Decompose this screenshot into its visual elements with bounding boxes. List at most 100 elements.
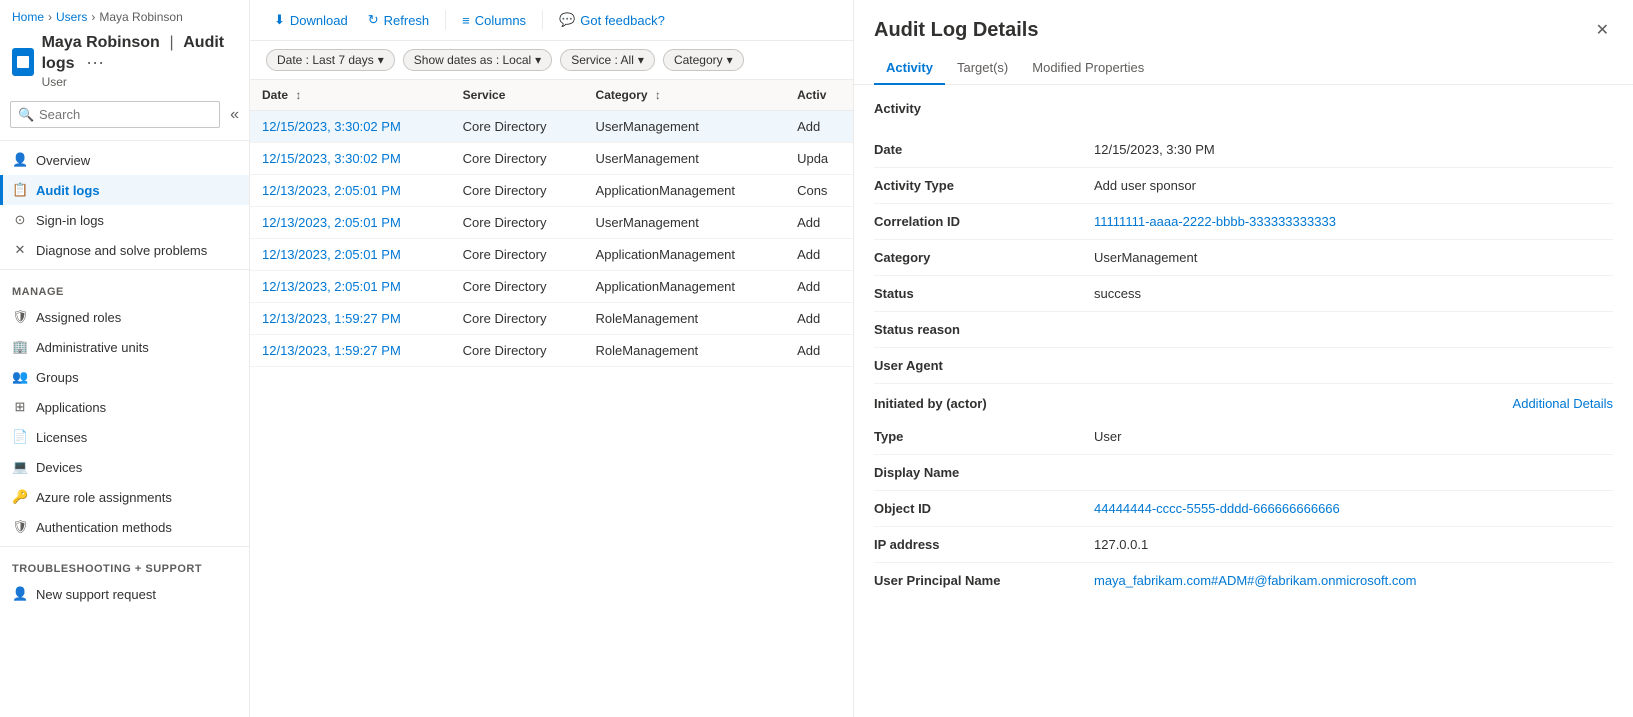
sidebar-item-devices[interactable]: 💻 Devices: [0, 452, 249, 482]
detail-row-display-name: Display Name: [874, 455, 1613, 491]
sidebar-item-applications[interactable]: ⊞ Applications: [0, 392, 249, 422]
cell-activity: Add: [785, 239, 853, 271]
panel-body: Activity Date 12/15/2023, 3:30 PM Activi…: [854, 85, 1633, 614]
breadcrumb-users[interactable]: Users: [56, 10, 87, 24]
cell-date: 12/13/2023, 1:59:27 PM: [250, 335, 451, 367]
cell-date: 12/13/2023, 2:05:01 PM: [250, 239, 451, 271]
manage-section-label: Manage: [0, 274, 249, 302]
cell-activity: Add: [785, 303, 853, 335]
sidebar-item-assigned-roles-label: Assigned roles: [36, 310, 121, 325]
value-date: 12/15/2023, 3:30 PM: [1094, 142, 1613, 157]
detail-row-date: Date 12/15/2023, 3:30 PM: [874, 132, 1613, 168]
tab-targets[interactable]: Target(s): [945, 52, 1020, 85]
sidebar-item-sign-in-logs[interactable]: ⊙ Sign-in logs: [0, 205, 249, 235]
table-row[interactable]: 12/13/2023, 2:05:01 PM Core Directory Ap…: [250, 175, 853, 207]
pipe-separator: |: [169, 34, 173, 51]
table-row[interactable]: 12/15/2023, 3:30:02 PM Core Directory Us…: [250, 111, 853, 143]
sidebar-item-devices-label: Devices: [36, 460, 82, 475]
search-row: 🔍 «: [0, 93, 249, 136]
breadcrumb-home[interactable]: Home: [12, 10, 44, 24]
tab-modified-properties[interactable]: Modified Properties: [1020, 52, 1156, 85]
cell-service: Core Directory: [451, 239, 584, 271]
toolbar-separator: [445, 10, 446, 30]
date-filter-pill[interactable]: Date : Last 7 days ▾: [266, 49, 395, 71]
service-filter-pill[interactable]: Service : All ▾: [560, 49, 655, 71]
date-sort-icon: ↕: [295, 88, 301, 102]
panel-title: Audit Log Details: [874, 19, 1038, 42]
show-dates-pill[interactable]: Show dates as : Local ▾: [403, 49, 552, 71]
toolbar: ⬇ Download ↻ Refresh ≡ Columns 💬 Got fee…: [250, 0, 853, 41]
cell-service: Core Directory: [451, 335, 584, 367]
sidebar-item-audit-logs[interactable]: 📋 Audit logs: [0, 175, 249, 205]
col-header-activity: Activ: [785, 80, 853, 111]
sidebar-item-groups-label: Groups: [36, 370, 79, 385]
category-filter-label: Category: [674, 53, 723, 67]
table-row[interactable]: 12/13/2023, 1:59:27 PM Core Directory Ro…: [250, 303, 853, 335]
actor-section-title: Initiated by (actor): [874, 396, 987, 411]
sidebar-item-overview-label: Overview: [36, 153, 90, 168]
additional-details-link[interactable]: Additional Details: [1513, 396, 1613, 411]
filter-bar: Date : Last 7 days ▾ Show dates as : Loc…: [250, 41, 853, 80]
table-row[interactable]: 12/13/2023, 1:59:27 PM Core Directory Ro…: [250, 335, 853, 367]
table-header-row: Date ↕ Service Category ↕ Activ: [250, 80, 853, 111]
value-upn[interactable]: maya_fabrikam.com#ADM#@fabrikam.onmicros…: [1094, 573, 1613, 588]
refresh-label: Refresh: [384, 13, 430, 28]
value-type: User: [1094, 429, 1613, 444]
devices-icon: 💻: [12, 459, 28, 475]
columns-button[interactable]: ≡ Columns: [454, 9, 534, 32]
close-panel-button[interactable]: ✕: [1592, 16, 1613, 44]
cell-service: Core Directory: [451, 303, 584, 335]
collapse-sidebar-button[interactable]: «: [230, 106, 239, 124]
label-date: Date: [874, 142, 1094, 157]
value-object-id: 44444444-cccc-5555-dddd-666666666666: [1094, 501, 1613, 516]
sidebar-item-azure-role[interactable]: 🔑 Azure role assignments: [0, 482, 249, 512]
category-filter-pill[interactable]: Category ▾: [663, 49, 744, 71]
search-icon: 🔍: [18, 107, 34, 123]
detail-row-category: Category UserManagement: [874, 240, 1613, 276]
detail-row-status: Status success: [874, 276, 1613, 312]
service-filter-label: Service : All: [571, 53, 634, 67]
refresh-icon: ↻: [368, 12, 379, 28]
more-options-button[interactable]: ···: [82, 52, 108, 73]
date-filter-label: Date : Last 7 days: [277, 53, 374, 67]
sidebar-item-groups[interactable]: 👥 Groups: [0, 362, 249, 392]
sidebar-item-overview[interactable]: 👤 Overview: [0, 145, 249, 175]
audit-logs-icon: 📋: [12, 182, 28, 198]
sidebar-item-diagnose[interactable]: ✕ Diagnose and solve problems: [0, 235, 249, 265]
sidebar-item-assigned-roles[interactable]: 🛡 Assigned roles: [0, 302, 249, 332]
cell-category: ApplicationManagement: [584, 239, 786, 271]
tab-activity[interactable]: Activity: [874, 52, 945, 85]
sidebar-item-admin-units[interactable]: 🏢 Administrative units: [0, 332, 249, 362]
refresh-button[interactable]: ↻ Refresh: [360, 8, 437, 32]
azure-role-icon: 🔑: [12, 489, 28, 505]
breadcrumb: Home › Users › Maya Robinson: [0, 0, 249, 28]
table-row[interactable]: 12/15/2023, 3:30:02 PM Core Directory Us…: [250, 143, 853, 175]
admin-units-icon: 🏢: [12, 339, 28, 355]
detail-row-object-id: Object ID 44444444-cccc-5555-dddd-666666…: [874, 491, 1613, 527]
table-row[interactable]: 12/13/2023, 2:05:01 PM Core Directory Us…: [250, 207, 853, 239]
troubleshoot-divider: [0, 546, 249, 547]
feedback-button[interactable]: 💬 Got feedback?: [551, 8, 673, 32]
label-type: Type: [874, 429, 1094, 444]
cell-category: UserManagement: [584, 111, 786, 143]
sidebar-item-new-support[interactable]: 👤 New support request: [0, 579, 249, 609]
value-category: UserManagement: [1094, 250, 1613, 265]
search-input[interactable]: [10, 101, 220, 128]
cell-date: 12/13/2023, 1:59:27 PM: [250, 303, 451, 335]
sidebar-item-auth-methods[interactable]: 🛡 Authentication methods: [0, 512, 249, 542]
auth-methods-icon: 🛡: [12, 519, 28, 535]
table-row[interactable]: 12/13/2023, 2:05:01 PM Core Directory Ap…: [250, 271, 853, 303]
cell-category: UserManagement: [584, 207, 786, 239]
sidebar-item-applications-label: Applications: [36, 400, 106, 415]
col-header-date: Date ↕: [250, 80, 451, 111]
label-ip: IP address: [874, 537, 1094, 552]
download-button[interactable]: ⬇ Download: [266, 8, 356, 32]
detail-row-activity-type: Activity Type Add user sponsor: [874, 168, 1613, 204]
cell-activity: Upda: [785, 143, 853, 175]
cell-date: 12/15/2023, 3:30:02 PM: [250, 143, 451, 175]
diagnose-icon: ✕: [12, 242, 28, 258]
cell-activity: Add: [785, 207, 853, 239]
table-row[interactable]: 12/13/2023, 2:05:01 PM Core Directory Ap…: [250, 239, 853, 271]
audit-log-table: Date ↕ Service Category ↕ Activ 12/15/20…: [250, 80, 853, 367]
sidebar-item-licenses[interactable]: 📄 Licenses: [0, 422, 249, 452]
